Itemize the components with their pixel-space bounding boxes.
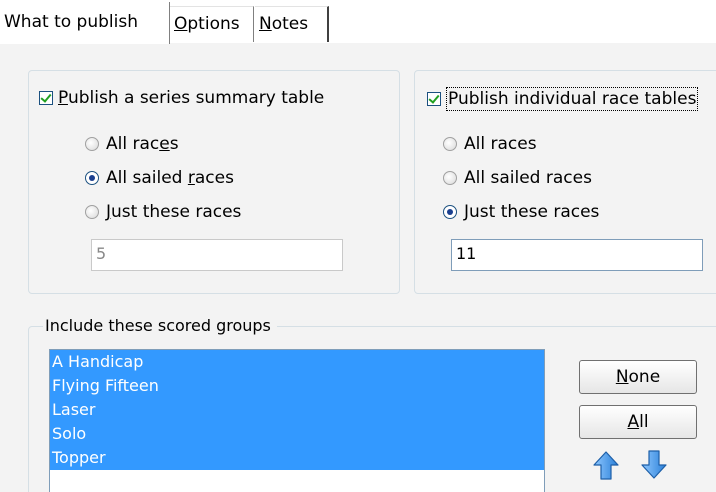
- down-arrow-icon: [641, 450, 667, 479]
- tab-notes-label: otes: [271, 14, 309, 34]
- summary-all-sailed-races-label: All sailed races: [106, 167, 234, 189]
- summary-table-group: Publish a series summary table All races…: [28, 70, 400, 294]
- list-item[interactable]: Topper: [50, 446, 544, 470]
- race-tables-checkbox[interactable]: [427, 92, 441, 106]
- summary-just-these-races-label: Just these races: [106, 201, 241, 223]
- summary-just-these-label-post: ust these races: [111, 202, 242, 222]
- summary-all-sailed-label-pre: All sailed: [106, 168, 188, 188]
- race-tables-checkbox-label: Publish individual race tables: [446, 87, 699, 111]
- summary-all-races-radio[interactable]: [85, 137, 99, 151]
- list-item[interactable]: A Handicap: [50, 350, 544, 374]
- summary-just-these-races-radio[interactable]: [85, 205, 99, 219]
- tab-options-mnemonic: O: [174, 14, 188, 34]
- summary-races-input[interactable]: 5: [91, 239, 343, 271]
- none-button-mnemonic: N: [615, 367, 629, 387]
- race-just-these-races-label: Just these races: [464, 202, 600, 222]
- summary-all-sailed-races-option[interactable]: All sailed races: [85, 167, 234, 189]
- summary-just-these-races-option[interactable]: Just these races: [85, 201, 241, 223]
- tab-what-to-publish[interactable]: What to publish: [0, 2, 170, 44]
- none-button[interactable]: None: [579, 360, 697, 394]
- race-all-sailed-races-label: All sailed races: [464, 168, 592, 188]
- summary-table-label-text: ublish a series summary table: [67, 88, 325, 108]
- up-arrow-icon: [593, 451, 619, 480]
- none-button-label: one: [628, 367, 661, 387]
- tab-what-to-publish-label: What to publish: [4, 12, 138, 32]
- move-down-button[interactable]: [639, 449, 669, 481]
- race-tables-checkbox-row[interactable]: Publish individual race tables: [427, 87, 699, 111]
- race-all-sailed-races-option[interactable]: All sailed races: [443, 167, 592, 189]
- summary-all-sailed-label-post: aces: [194, 168, 234, 188]
- list-item[interactable]: Laser: [50, 398, 544, 422]
- all-button-label: ll: [639, 412, 649, 432]
- all-button-mnemonic: A: [627, 412, 640, 432]
- list-item[interactable]: Solo: [50, 422, 544, 446]
- race-tables-group: Publish individual race tables All races…: [414, 70, 716, 294]
- tab-strip: What to publish Options Notes: [0, 0, 716, 44]
- summary-all-races-label-pre: All rac: [106, 134, 160, 154]
- scored-groups-list[interactable]: A Handicap Flying Fifteen Laser Solo Top…: [49, 349, 545, 492]
- publish-dialog: What to publish Options Notes Publish a …: [0, 0, 716, 492]
- tab-notes[interactable]: Notes: [255, 6, 329, 42]
- race-all-races-option[interactable]: All races: [443, 133, 537, 155]
- summary-all-sailed-mnemonic: r: [187, 168, 195, 188]
- summary-table-checkbox[interactable]: [39, 91, 53, 105]
- summary-table-checkbox-label: Publish a series summary table: [58, 87, 324, 109]
- tab-options[interactable]: Options: [170, 6, 254, 42]
- scored-groups-title: Include these scored groups: [43, 315, 277, 337]
- race-races-input[interactable]: 11: [451, 239, 703, 271]
- summary-all-sailed-races-radio[interactable]: [85, 171, 99, 185]
- race-all-races-label: All races: [464, 134, 537, 154]
- move-up-button[interactable]: [591, 449, 621, 481]
- all-button[interactable]: All: [579, 405, 697, 439]
- tab-options-label: ptions: [187, 14, 240, 34]
- tab-notes-mnemonic: N: [259, 14, 272, 34]
- race-all-races-radio[interactable]: [443, 137, 457, 151]
- summary-all-races-label-post: s: [169, 134, 179, 154]
- race-just-these-races-radio[interactable]: [443, 205, 457, 219]
- summary-table-mnemonic: P: [58, 88, 68, 108]
- race-all-sailed-races-radio[interactable]: [443, 171, 457, 185]
- summary-all-races-label: All races: [106, 133, 179, 155]
- summary-all-races-option[interactable]: All races: [85, 133, 179, 155]
- summary-all-races-mnemonic: e: [159, 134, 170, 154]
- summary-table-checkbox-row[interactable]: Publish a series summary table: [39, 87, 324, 109]
- scored-groups-group: Include these scored groups A Handicap F…: [28, 315, 716, 492]
- race-just-these-races-option[interactable]: Just these races: [443, 201, 599, 223]
- list-item[interactable]: Flying Fifteen: [50, 374, 544, 398]
